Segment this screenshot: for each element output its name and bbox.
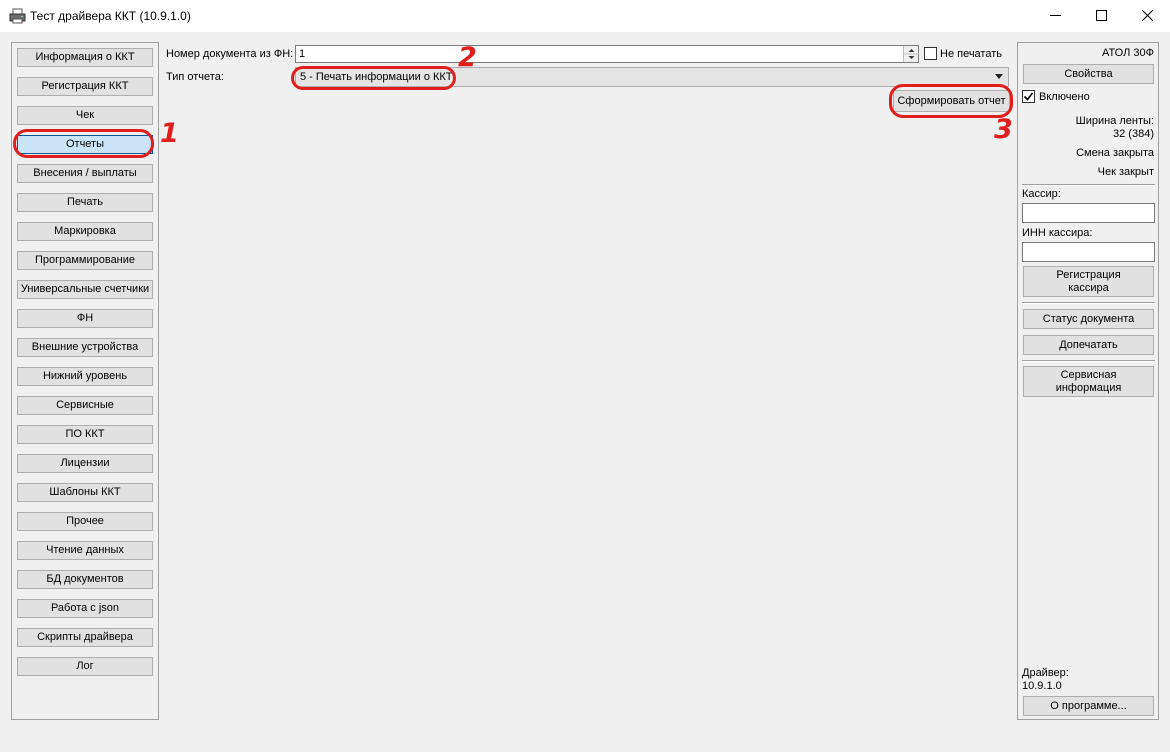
cashier-inn-label: ИНН кассира: (1022, 227, 1093, 239)
register-cashier-button[interactable]: Регистрация кассира (1023, 266, 1154, 297)
nav-item-licenses[interactable]: Лицензии (17, 454, 153, 473)
doc-number-spinner[interactable] (903, 46, 919, 62)
service-info-button-line1: Сервисная (1060, 368, 1117, 381)
nav-item-reports[interactable]: Отчеты (17, 135, 153, 154)
cashier-label: Кассир: (1022, 188, 1061, 200)
nav-item-fn[interactable]: ФН (17, 309, 153, 328)
nav-item-universal-counters[interactable]: Универсальные счетчики (17, 280, 153, 299)
nav-item-kkt-info[interactable]: Информация о ККТ (17, 48, 153, 67)
nav-item-low-level[interactable]: Нижний уровень (17, 367, 153, 386)
spinner-arrows-icon (904, 49, 919, 59)
doc-number-value: 1 (299, 48, 306, 60)
checkmark-icon (1023, 92, 1034, 101)
driver-label: Драйвер: (1022, 667, 1069, 679)
device-panel: АТОЛ 30Ф Свойства Включено Ширина ленты:… (1017, 42, 1159, 720)
separator (1022, 360, 1155, 362)
nav-item-service[interactable]: Сервисные (17, 396, 153, 415)
tape-width-value: 32 (384) (1113, 128, 1154, 140)
service-info-button-line2: информация (1055, 381, 1122, 394)
generate-report-button[interactable]: Сформировать отчет (893, 90, 1010, 112)
nav-item-kkt-registration[interactable]: Регистрация ККТ (17, 77, 153, 96)
device-name: АТОЛ 30Ф (1101, 47, 1154, 59)
service-info-button[interactable]: Сервисная информация (1023, 366, 1154, 397)
reprint-button[interactable]: Допечатать (1023, 335, 1154, 355)
nav-item-read-data[interactable]: Чтение данных (17, 541, 153, 560)
nav-item-programming[interactable]: Программирование (17, 251, 153, 270)
nav-item-kkt-software[interactable]: ПО ККТ (17, 425, 153, 444)
cashier-inn-input[interactable] (1022, 242, 1155, 262)
tape-width-label: Ширина ленты: (1075, 115, 1154, 127)
nav-item-json[interactable]: Работа с json (17, 599, 153, 618)
nav-item-log[interactable]: Лог (17, 657, 153, 676)
nav-item-kkt-templates[interactable]: Шаблоны ККТ (17, 483, 153, 502)
document-status-button[interactable]: Статус документа (1023, 309, 1154, 329)
about-button[interactable]: О программе... (1023, 696, 1154, 716)
maximize-icon (1095, 10, 1107, 21)
window-title: Тест драйвера ККТ (10.9.1.0) (30, 9, 191, 23)
doc-number-label: Номер документа из ФН: (166, 48, 294, 60)
register-cashier-button-line1: Регистрация (1056, 268, 1121, 281)
printer-icon (9, 8, 26, 24)
close-button[interactable] (1124, 0, 1170, 31)
doc-number-input[interactable]: 1 (295, 45, 919, 63)
nav-item-external-devices[interactable]: Внешние устройства (17, 338, 153, 357)
chevron-down-icon (995, 74, 1003, 79)
no-print-label: Не печатать (940, 48, 1002, 60)
cashier-input[interactable] (1022, 203, 1155, 223)
step-3-marker: 3 (994, 114, 1013, 145)
nav-item-print[interactable]: Печать (17, 193, 153, 212)
step-2-marker: 2 (458, 42, 477, 73)
enabled-label: Включено (1039, 91, 1090, 103)
report-type-label: Тип отчета: (166, 71, 224, 83)
separator (1022, 184, 1155, 186)
separator (1022, 302, 1155, 304)
report-type-select[interactable]: 5 - Печать информации о ККТ (295, 67, 1009, 87)
title-bar: Тест драйвера ККТ (10.9.1.0) (0, 0, 1170, 32)
register-cashier-button-line2: кассира (1068, 281, 1109, 294)
enabled-checkbox[interactable] (1022, 90, 1035, 103)
properties-button[interactable]: Свойства (1023, 64, 1154, 84)
maximize-button[interactable] (1078, 0, 1124, 31)
driver-version: 10.9.1.0 (1022, 680, 1062, 692)
close-icon (1141, 10, 1153, 21)
minimize-icon (1049, 15, 1061, 16)
nav-panel: Информация о ККТ Регистрация ККТ Чек Отч… (11, 42, 159, 720)
step-1-marker: 1 (160, 118, 179, 149)
no-print-checkbox[interactable] (924, 47, 937, 60)
nav-item-document-db[interactable]: БД документов (17, 570, 153, 589)
nav-item-other[interactable]: Прочее (17, 512, 153, 531)
shift-status: Смена закрыта (1076, 147, 1154, 159)
nav-item-cash-in-out[interactable]: Внесения / выплаты (17, 164, 153, 183)
receipt-status: Чек закрыт (1097, 166, 1154, 178)
minimize-button[interactable] (1032, 0, 1078, 31)
report-type-value: 5 - Печать информации о ККТ (300, 71, 453, 83)
nav-item-receipt[interactable]: Чек (17, 106, 153, 125)
nav-item-marking[interactable]: Маркировка (17, 222, 153, 241)
nav-item-driver-scripts[interactable]: Скрипты драйвера (17, 628, 153, 647)
